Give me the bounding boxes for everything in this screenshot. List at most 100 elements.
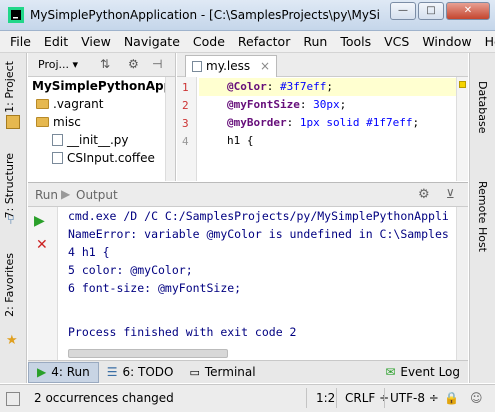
code-line: @myBorder: 1px solid #1f7eff; [199,114,419,132]
chevron-down-icon: ▾ [72,58,79,71]
console-h-scrollbar[interactable] [68,349,228,358]
tool-window-run[interactable]: ▶ 4: Run [28,361,99,383]
menu-run[interactable]: Run [303,34,327,49]
console-line: 6 font-size: @myFontSize; [68,281,242,295]
menu-code[interactable]: Code [193,34,225,49]
gear-icon[interactable]: ⚙ [128,57,139,71]
code-line: @Color: #3f7eff; [199,78,461,96]
tool-window-bar: ▶ 4: Run ☰ 6: TODO ▭ Terminal ✉ Event Lo… [28,360,468,383]
tab-remote-host[interactable]: Remote Host [476,181,489,252]
menu-bar: File Edit View Navigate Code Refactor Ru… [0,31,495,53]
code-punct: ; [412,116,420,129]
run-panel-header: Run ▶ Output ⚙ ⊻ [28,183,468,207]
coffee-file-icon [52,152,63,164]
project-view-dropdown[interactable]: Proj... ▾ [34,57,82,72]
left-tool-strip: 1: Project 7: Structure ⑂ 2: Favorites ★ [0,53,27,383]
code-variable: @myFontSize [227,98,300,111]
code-punct: : [299,98,314,111]
tree-item-misc[interactable]: misc [28,113,175,131]
tool-window-label: Terminal [204,365,256,379]
caret-position[interactable]: 1:2 [316,391,335,405]
tab-database[interactable]: Database [476,81,489,134]
status-bar: 2 occurrences changed 1:2 CRLF ÷ UTF-8 ÷… [0,384,495,412]
code-text: h1 { [227,134,254,147]
hide-icon[interactable]: ⊣ [152,57,162,71]
editor: my.less × 1 2 3 4 @Color: #3f7eff; @myFo… [177,53,468,181]
inspector-icon[interactable]: ☺ [470,391,483,405]
status-message: 2 occurrences changed [34,391,174,405]
sync-icon[interactable]: ⇅ [100,57,110,71]
close-button[interactable]: ✕ [446,2,490,20]
structure-icon: ⑂ [7,213,15,228]
project-view-label: Proj... [38,58,69,71]
close-tab-icon[interactable]: × [260,59,270,73]
minimize-button[interactable]: — [390,2,416,20]
menu-help[interactable]: Help [485,34,495,49]
tool-window-label: Event Log [400,365,460,379]
menu-file[interactable]: File [10,34,31,49]
menu-view[interactable]: View [81,34,111,49]
code-variable: @Color [227,80,267,93]
code-variable: @myBorder [227,116,287,129]
play-icon: ▶ [61,187,71,201]
tab-favorites[interactable]: 2: Favorites [3,253,16,317]
file-encoding[interactable]: UTF-8 ÷ [390,391,439,405]
code-punct: ; [339,98,347,111]
code-value: #3f7eff [280,80,327,93]
folder-icon [36,99,49,109]
menu-navigate[interactable]: Navigate [124,34,180,49]
project-panel: Proj... ▾ ⇅ ⚙ ⊣ MySimplePythonApplica .v… [28,53,176,181]
console-line: 5 color: @myColor; [68,263,193,277]
code-punct: ; [326,80,333,93]
output-tab[interactable]: Output [76,188,118,202]
tree-item-vagrant[interactable]: .vagrant [28,95,175,113]
error-stripe[interactable] [456,77,468,181]
menu-refactor[interactable]: Refactor [238,34,290,49]
menu-vcs[interactable]: VCS [384,34,409,49]
hide-panel-icon[interactable]: ⊻ [446,187,455,201]
project-toolbar: Proj... ▾ ⇅ ⚙ ⊣ [28,53,175,77]
tab-project[interactable]: 1: Project [3,61,16,113]
warning-marker-icon[interactable] [459,81,466,88]
console-output[interactable]: cmd.exe /D /C C:/SamplesProjects/py/MySi… [68,207,454,360]
project-folder-icon [6,115,20,129]
tree-item-csinput[interactable]: CSInput.coffee [28,149,175,167]
maximize-button[interactable]: □ [418,2,444,20]
console-v-scrollbar[interactable] [456,207,468,360]
tool-window-label: 4: Run [51,365,90,379]
run-panel: Run ▶ Output ⚙ ⊻ ▶ ✕ cmd.exe /D /C C:/Sa… [28,182,468,360]
tool-window-event-log[interactable]: ✉ Event Log [377,362,468,383]
rerun-icon[interactable]: ▶ [34,213,45,229]
star-icon: ★ [6,333,18,348]
code-punct: : [266,80,280,93]
console-line: NameError: variable @myColor is undefine… [68,227,449,241]
tree-item-init[interactable]: __init__.py [28,131,175,149]
run-tab[interactable]: Run [35,188,58,202]
line-number: 3 [182,117,189,130]
layout-toggle-icon[interactable] [6,392,20,406]
code-punct: : [286,116,300,129]
tree-item-label: .vagrant [53,97,104,111]
editor-tab-bar: my.less × [177,53,468,77]
editor-file-tab[interactable]: my.less × [185,55,278,77]
line-number: 1 [182,81,189,94]
tab-structure[interactable]: 7: Structure [3,153,16,218]
event-log-icon: ✉ [385,365,396,379]
gear-icon[interactable]: ⚙ [418,187,430,202]
line-number-gutter: 1 2 3 4 [177,77,197,181]
right-tool-strip: Database Remote Host [469,53,495,383]
tree-root[interactable]: MySimplePythonApplica [28,77,175,95]
menu-window[interactable]: Window [422,34,471,49]
menu-edit[interactable]: Edit [44,34,68,49]
menu-tools[interactable]: Tools [340,34,371,49]
tool-window-todo[interactable]: ☰ 6: TODO [99,362,182,383]
tree-item-label: misc [53,115,81,129]
less-file-icon [192,61,202,72]
lock-icon[interactable]: 🔒 [444,391,459,405]
line-separator[interactable]: CRLF ÷ [345,391,389,405]
close-run-icon[interactable]: ✕ [36,237,48,253]
status-divider [306,388,307,408]
project-scrollbar[interactable] [165,77,175,181]
tool-window-terminal[interactable]: ▭ Terminal [181,362,263,383]
run-icon: ▶ [37,365,47,379]
